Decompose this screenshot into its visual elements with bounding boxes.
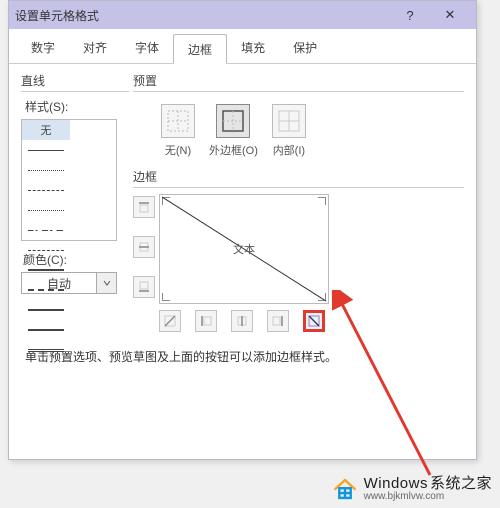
watermark-brand: Windows [364,475,428,492]
line-style-11[interactable] [22,340,70,360]
border-diag-down-button[interactable] [303,310,325,332]
watermark-url: www.bjkmlvw.com [364,492,492,503]
chevron-down-icon [103,279,111,287]
line-style-2[interactable] [22,160,70,180]
line-style-10[interactable] [22,320,70,340]
tab-strip: 数字 对齐 字体 边框 填充 保护 [9,33,476,64]
line-style-7[interactable] [22,260,70,280]
border-top-button[interactable] [133,196,155,218]
preset-none-icon [161,104,195,138]
border-bottom-button[interactable] [133,276,155,298]
preset-inside-label: 内部(I) [273,142,305,158]
border-bottom-button-row [133,304,464,332]
line-style-6[interactable] [22,240,70,260]
border-area: 文本 [133,194,464,304]
line-style-3[interactable] [22,180,70,200]
preview-sample-text: 文本 [233,241,255,257]
watermark: Windows系统之家 www.bjkmlvw.com [332,476,492,502]
close-button[interactable]: ✕ [430,1,470,29]
house-icon [332,476,358,502]
border-left-button[interactable] [195,310,217,332]
border-right-button[interactable] [267,310,289,332]
line-divider [21,91,129,92]
watermark-suffix: 系统之家 [430,475,492,492]
preset-outline-icon [216,104,250,138]
tab-border[interactable]: 边框 [173,34,227,64]
tab-protection[interactable]: 保护 [279,33,331,63]
border-side-buttons [133,194,159,304]
border-section-title: 边框 [133,168,464,185]
preset-inside[interactable]: 内部(I) [272,104,306,158]
line-style-1[interactable] [22,140,70,160]
preset-section-title: 预置 [133,72,464,89]
tab-font[interactable]: 字体 [121,33,173,63]
border-diag-up-button[interactable] [159,310,181,332]
preset-row: 无(N) 外边框(O) 内部(I) [133,98,464,164]
line-style-8[interactable] [22,280,70,300]
style-label: 样式(S): [25,98,129,115]
preset-divider [133,91,464,92]
preset-outline-label: 外边框(O) [209,142,258,158]
line-section-title: 直线 [21,72,129,89]
line-style-none[interactable]: 无 [22,120,70,140]
preset-inside-icon [272,104,306,138]
preset-none[interactable]: 无(N) [161,104,195,158]
tab-fill[interactable]: 填充 [227,33,279,63]
preset-outline[interactable]: 外边框(O) [209,104,258,158]
tab-number[interactable]: 数字 [17,33,69,63]
border-preview[interactable]: 文本 [159,194,329,304]
format-cells-dialog: 设置单元格格式 ? ✕ 数字 对齐 字体 边框 填充 保护 直线 样式(S): … [8,0,477,460]
border-divider [133,187,464,188]
titlebar: 设置单元格格式 ? ✕ [9,1,476,29]
line-column: 直线 样式(S): 无 颜色(C): 自动 [21,72,129,332]
preset-none-label: 无(N) [165,142,191,158]
help-button[interactable]: ? [390,1,430,29]
border-middle-vertical-button[interactable] [231,310,253,332]
window-title: 设置单元格格式 [15,7,390,24]
line-style-5[interactable] [22,220,70,240]
dialog-content: 直线 样式(S): 无 颜色(C): 自动 [9,64,476,336]
line-style-list[interactable]: 无 [21,119,117,241]
line-style-9[interactable] [22,300,70,320]
border-middle-horizontal-button[interactable] [133,236,155,258]
instruction-text: 单击预置选项、预览草图及上面的按钮可以添加边框样式。 [9,336,476,365]
line-style-4[interactable] [22,200,70,220]
preset-border-column: 预置 无(N) 外边框(O) [129,72,464,332]
color-dropdown-button[interactable] [97,272,117,294]
tab-alignment[interactable]: 对齐 [69,33,121,63]
